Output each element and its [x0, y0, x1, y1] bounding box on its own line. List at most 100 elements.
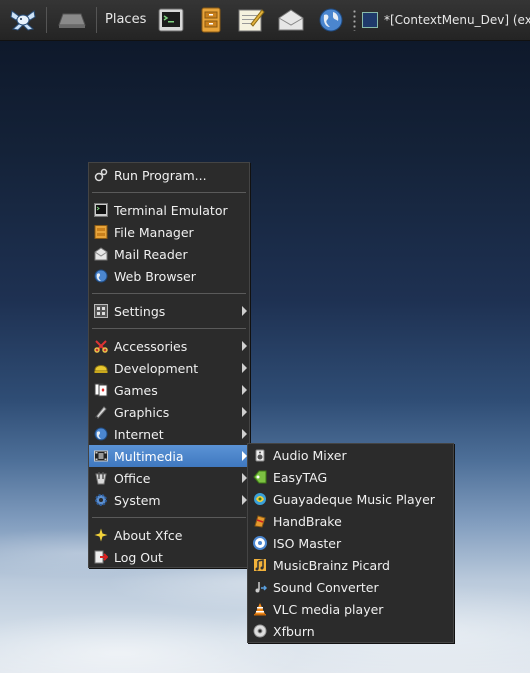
menu-item-label: Multimedia — [114, 448, 184, 464]
submenu-item-sound-converter[interactable]: Sound Converter — [248, 576, 453, 598]
web-browser-launcher[interactable] — [315, 4, 347, 36]
file-manager-icon — [201, 7, 221, 33]
menu-item-graphics[interactable]: Graphics — [89, 401, 249, 423]
menu-item-label: Graphics — [114, 404, 170, 420]
submenu-item-label: MusicBrainz Picard — [273, 557, 390, 573]
submenu-arrow-icon — [242, 306, 247, 316]
menu-item-about-xfce[interactable]: About Xfce — [89, 524, 249, 546]
text-editor-launcher[interactable] — [235, 4, 267, 36]
top-panel: Places *[ContextMenu_Dev] (ex — [0, 0, 530, 41]
menu-item-mail-reader[interactable]: Mail Reader — [89, 243, 249, 265]
guayadeque-icon — [254, 493, 266, 505]
show-desktop-button[interactable] — [54, 4, 90, 36]
submenu-arrow-icon — [242, 363, 247, 373]
menu-item-internet[interactable]: Internet — [89, 423, 249, 445]
musicbrainz-picard-icon — [254, 559, 266, 571]
menu-item-log-out[interactable]: Log Out — [89, 546, 249, 568]
menu-item-label: Run Program... — [114, 167, 207, 183]
menu-item-run-program[interactable]: Run Program... — [89, 164, 249, 186]
submenu-item-handbrake[interactable]: HandBrake — [248, 510, 453, 532]
places-menu[interactable]: Places — [105, 12, 146, 27]
panel-separator — [96, 7, 97, 33]
easytag-icon — [253, 470, 267, 484]
menu-item-settings[interactable]: Settings — [89, 300, 249, 322]
web-browser-icon — [94, 269, 108, 283]
app-menu-button[interactable] — [4, 4, 42, 36]
menu-separator — [89, 511, 249, 524]
panel-handle[interactable] — [353, 9, 356, 31]
menu-item-games[interactable]: Games — [89, 379, 249, 401]
sound-converter-icon — [255, 582, 267, 593]
show-desktop-icon — [58, 13, 86, 28]
menu-item-terminal[interactable]: Terminal Emulator — [89, 199, 249, 221]
menu-item-multimedia[interactable]: Multimedia — [89, 445, 249, 467]
submenu-item-label: HandBrake — [273, 513, 342, 529]
development-icon — [94, 365, 108, 373]
mail-icon — [94, 247, 108, 261]
office-icon — [95, 472, 107, 485]
menu-item-label: Mail Reader — [114, 246, 188, 262]
settings-icon — [94, 304, 108, 318]
mail-icon — [278, 9, 304, 31]
menu-item-label: Internet — [114, 426, 164, 442]
window-app-icon — [362, 12, 378, 28]
games-icon — [94, 383, 108, 397]
graphics-icon — [95, 406, 107, 419]
menu-item-file-manager[interactable]: File Manager — [89, 221, 249, 243]
menu-separator — [89, 322, 249, 335]
submenu-arrow-icon — [242, 407, 247, 417]
submenu-arrow-icon — [242, 341, 247, 351]
submenu-item-easytag[interactable]: EasyTAG — [248, 466, 453, 488]
menu-item-development[interactable]: Development — [89, 357, 249, 379]
submenu-arrow-icon — [242, 429, 247, 439]
menu-item-web-browser[interactable]: Web Browser — [89, 265, 249, 287]
submenu-item-label: VLC media player — [273, 601, 384, 617]
submenu-item-audio-mixer[interactable]: Audio Mixer — [248, 444, 453, 466]
menu-item-office[interactable]: Office — [89, 467, 249, 489]
submenu-item-label: ISO Master — [273, 535, 342, 551]
xfburn-disc-icon — [253, 624, 267, 638]
terminal-icon — [158, 8, 184, 32]
submenu-item-vlc[interactable]: VLC media player — [248, 598, 453, 620]
submenu-item-label: Guayadeque Music Player — [273, 491, 435, 507]
file-manager-launcher[interactable] — [195, 4, 227, 36]
vlc-cone-icon — [254, 603, 266, 616]
menu-item-system[interactable]: System — [89, 489, 249, 511]
terminal-icon — [94, 203, 108, 217]
xfce-mouse-icon — [10, 10, 36, 31]
web-browser-icon — [319, 8, 343, 32]
menu-item-label: About Xfce — [114, 527, 183, 543]
multimedia-submenu: Audio Mixer EasyTAG Guayadeque Music Pla… — [247, 443, 454, 643]
menu-item-label: Log Out — [114, 549, 163, 565]
submenu-item-guayadeque[interactable]: Guayadeque Music Player — [248, 488, 453, 510]
menu-item-accessories[interactable]: Accessories — [89, 335, 249, 357]
submenu-item-iso-master[interactable]: ISO Master — [248, 532, 453, 554]
log-out-icon — [94, 550, 108, 564]
menu-separator — [89, 287, 249, 300]
iso-master-icon — [253, 536, 267, 550]
submenu-item-xfburn[interactable]: Xfburn — [248, 620, 453, 642]
menu-item-label: Games — [114, 382, 158, 398]
submenu-item-musicbrainz-picard[interactable]: MusicBrainz Picard — [248, 554, 453, 576]
terminal-launcher[interactable] — [155, 4, 187, 36]
mail-launcher[interactable] — [275, 4, 307, 36]
menu-item-label: Settings — [114, 303, 166, 319]
menu-item-label: Web Browser — [114, 268, 196, 284]
submenu-item-label: EasyTAG — [273, 469, 328, 485]
submenu-arrow-icon — [242, 385, 247, 395]
menu-item-label: Office — [114, 470, 151, 486]
accessories-icon — [94, 340, 108, 353]
star-icon — [94, 528, 108, 542]
menu-item-label: Terminal Emulator — [114, 202, 228, 218]
file-manager-icon — [94, 225, 108, 239]
multimedia-icon — [94, 450, 108, 462]
submenu-item-label: Audio Mixer — [273, 447, 347, 463]
panel-separator — [46, 7, 47, 33]
system-gear-icon — [95, 494, 107, 506]
run-program-icon — [94, 168, 108, 182]
menu-item-label: Development — [114, 360, 199, 376]
submenu-item-label: Sound Converter — [273, 579, 379, 595]
taskbar-window-button[interactable]: *[ContextMenu_Dev] (ex — [362, 4, 530, 36]
menu-separator — [89, 186, 249, 199]
handbrake-icon — [254, 515, 266, 528]
